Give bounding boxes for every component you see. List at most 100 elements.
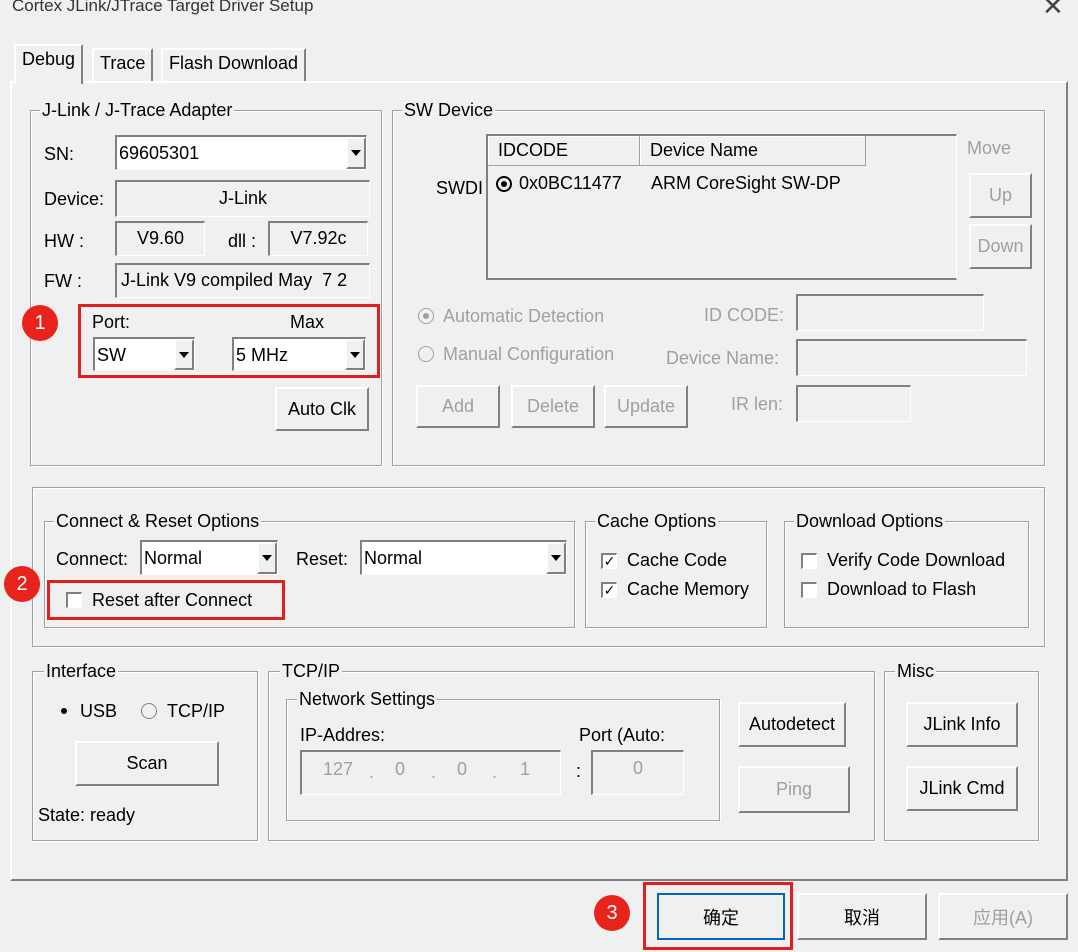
jlink-cmd-button[interactable]: JLink Cmd <box>906 766 1018 811</box>
chevron-down-icon <box>262 555 272 561</box>
ir-len-label: IR len: <box>731 394 784 414</box>
dll-field: V7.92c <box>268 221 368 256</box>
move-up-button[interactable]: Up <box>969 173 1032 218</box>
ip-octet-1: 127 <box>322 759 354 779</box>
connect-value: Normal <box>144 548 203 568</box>
reset-select[interactable]: Normal <box>360 540 567 575</box>
sn-select[interactable]: 69605301 <box>115 135 367 170</box>
network-settings-group-label: Network Settings <box>297 689 438 709</box>
port-colon: : <box>576 761 582 781</box>
jlink-info-button[interactable]: JLink Info <box>906 702 1018 747</box>
ip-address-label: IP-Addres: <box>300 725 386 745</box>
device-table[interactable]: IDCODE Device Name 0x0BC11477 ARM CoreSi… <box>486 134 957 280</box>
state-text: State: ready <box>38 805 136 825</box>
selected-row-radio-icon <box>496 176 512 192</box>
cache-code-checkbox[interactable]: ✓ <box>601 553 617 569</box>
annotation-badge-1: 1 <box>22 305 58 341</box>
automatic-detection-label: Automatic Detection <box>443 306 605 326</box>
verify-code-download-checkbox[interactable] <box>801 553 817 569</box>
ip-dot: . <box>369 762 375 782</box>
apply-button[interactable]: 应用(A) <box>938 893 1068 940</box>
tab-flash-download[interactable]: Flash Download <box>161 48 307 81</box>
cache-code-label: Cache Code <box>627 550 728 570</box>
connect-label: Connect: <box>56 549 129 569</box>
download-options-group <box>784 521 1029 628</box>
id-code-input[interactable] <box>796 294 984 331</box>
autodetect-button[interactable]: Autodetect <box>738 702 846 747</box>
delete-button[interactable]: Delete <box>511 385 595 428</box>
update-button[interactable]: Update <box>604 385 688 428</box>
annotation-badge-2: 2 <box>4 566 40 602</box>
download-options-group-label: Download Options <box>794 511 946 531</box>
cancel-button[interactable]: 取消 <box>797 893 927 940</box>
cache-memory-label: Cache Memory <box>627 579 750 599</box>
sn-label: SN: <box>44 144 75 164</box>
download-to-flash-checkbox[interactable] <box>801 582 817 598</box>
cache-options-group-label: Cache Options <box>595 511 719 531</box>
id-code-label: ID CODE: <box>704 305 785 325</box>
row-idcode: 0x0BC11477 <box>519 173 622 193</box>
chevron-down-icon <box>551 555 561 561</box>
reset-label: Reset: <box>296 549 349 569</box>
tab-debug[interactable]: Debug <box>14 44 84 84</box>
checkmark-icon: ✓ <box>603 553 616 570</box>
close-icon[interactable]: ✕ <box>1042 0 1064 20</box>
usb-label: USB <box>80 701 118 721</box>
ip-octet-3: 0 <box>456 759 467 779</box>
connect-reset-group-label: Connect & Reset Options <box>54 511 262 531</box>
ip-dot: . <box>431 762 437 782</box>
ip-address-input[interactable]: 127 . 0 . 0 . 1 <box>300 750 561 795</box>
move-label: Move <box>967 138 1012 158</box>
reset-dropdown-arrow[interactable] <box>546 542 566 574</box>
swdi-label: SWDI <box>436 178 483 198</box>
highlight-reset-after-connect <box>47 580 285 620</box>
interface-group-label: Interface <box>44 661 119 681</box>
cache-options-group <box>585 521 767 628</box>
cache-memory-checkbox[interactable]: ✓ <box>601 582 617 598</box>
download-to-flash-label: Download to Flash <box>827 579 977 599</box>
reset-value: Normal <box>364 548 423 568</box>
device-name-input[interactable] <box>796 339 1027 376</box>
annotation-badge-3: 3 <box>594 895 630 931</box>
hw-field: V9.60 <box>115 221 205 256</box>
tcpip-group-label: TCP/IP <box>280 661 343 681</box>
device-field: J-Link <box>115 180 370 217</box>
sn-value: 69605301 <box>119 143 200 163</box>
ip-octet-2: 0 <box>394 759 405 779</box>
verify-code-download-label: Verify Code Download <box>827 550 1006 570</box>
connect-dropdown-arrow[interactable] <box>257 542 277 574</box>
port-input[interactable]: 0 <box>591 750 684 795</box>
device-name-label: Device Name: <box>666 348 780 368</box>
usb-radio[interactable] <box>56 703 72 719</box>
auto-clk-button[interactable]: Auto Clk <box>275 387 369 431</box>
tcpip-radio[interactable] <box>141 703 157 719</box>
connect-select[interactable]: Normal <box>140 540 278 575</box>
chevron-down-icon <box>351 150 361 156</box>
column-header-device-name[interactable]: Device Name <box>640 136 866 166</box>
dll-label: dll : <box>228 231 257 251</box>
sw-device-group-label: SW Device <box>402 100 496 120</box>
manual-configuration-radio[interactable] <box>418 346 434 362</box>
window-title: Cortex JLink/JTrace Target Driver Setup <box>12 0 314 15</box>
ip-octet-4: 1 <box>519 759 530 779</box>
column-header-idcode[interactable]: IDCODE <box>488 136 640 166</box>
misc-group <box>884 671 1039 841</box>
row-device-name: ARM CoreSight SW-DP <box>651 173 841 193</box>
sn-dropdown-arrow[interactable] <box>346 137 366 169</box>
table-row[interactable]: 0x0BC11477 ARM CoreSight SW-DP <box>488 172 948 200</box>
scan-button[interactable]: Scan <box>75 741 219 786</box>
highlight-ok-button <box>643 882 793 950</box>
checkmark-icon: ✓ <box>603 582 616 599</box>
misc-group-label: Misc <box>895 661 936 681</box>
tab-trace[interactable]: Trace <box>92 48 154 81</box>
port-auto-label: Port (Auto: <box>579 725 666 745</box>
adapter-group-label: J-Link / J-Trace Adapter <box>40 100 235 120</box>
ping-button[interactable]: Ping <box>738 766 850 813</box>
ir-len-input[interactable] <box>796 385 911 422</box>
move-down-button[interactable]: Down <box>969 224 1032 269</box>
fw-label: FW : <box>44 271 82 291</box>
highlight-port-max <box>78 304 380 378</box>
add-button[interactable]: Add <box>416 385 500 428</box>
automatic-detection-radio[interactable] <box>418 308 434 324</box>
hw-label: HW : <box>44 231 84 251</box>
